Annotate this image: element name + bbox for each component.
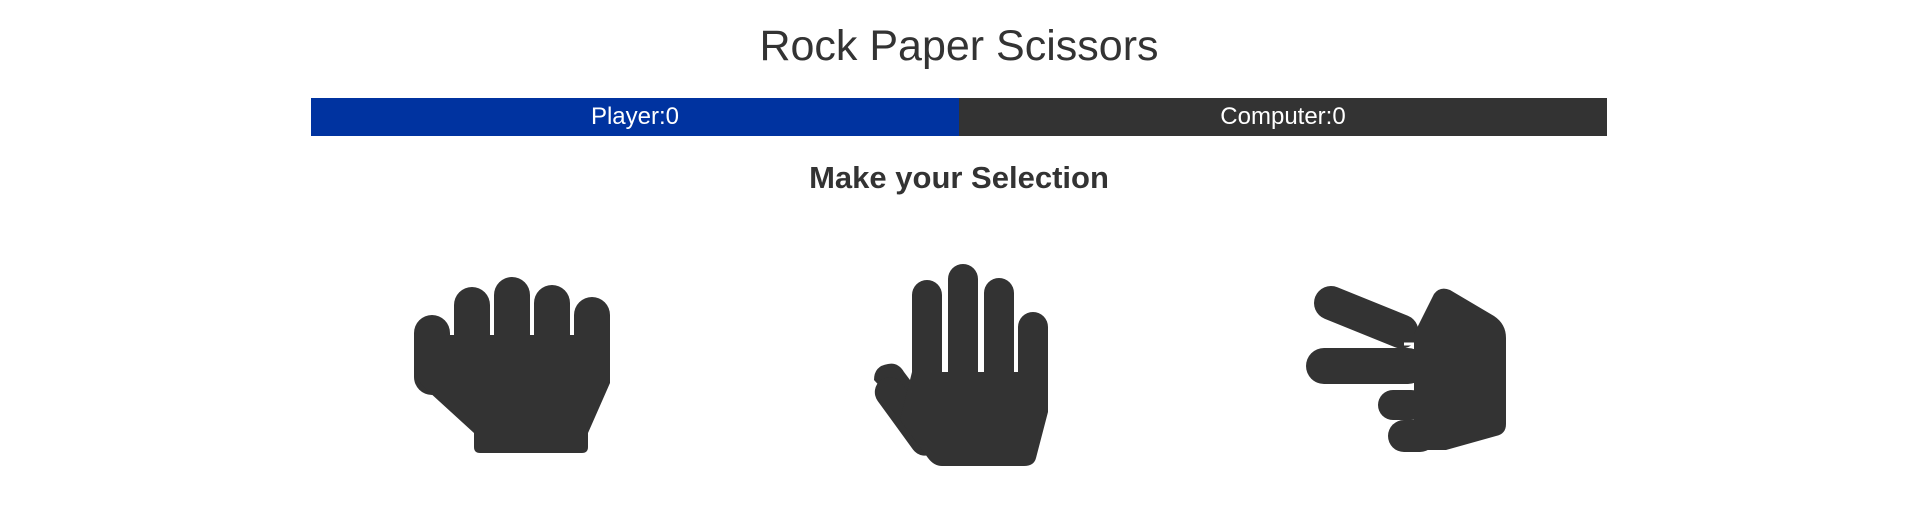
page-title: Rock Paper Scissors xyxy=(759,22,1159,70)
player-score: Player:0 xyxy=(311,98,959,136)
game-page: Rock Paper Scissors Player:0 Computer:0 … xyxy=(0,0,1918,517)
hand-paper-icon xyxy=(874,264,1048,466)
paper-choice-button[interactable] xyxy=(870,262,1048,467)
scissors-choice-button[interactable] xyxy=(1304,274,1506,454)
scoreboard: Player:0 Computer:0 xyxy=(311,98,1607,136)
hand-scissors-icon xyxy=(1306,286,1506,452)
hand-rock-icon xyxy=(414,277,610,453)
computer-score: Computer:0 xyxy=(959,98,1607,136)
selection-prompt: Make your Selection xyxy=(809,160,1109,195)
rock-choice-button[interactable] xyxy=(412,275,616,455)
